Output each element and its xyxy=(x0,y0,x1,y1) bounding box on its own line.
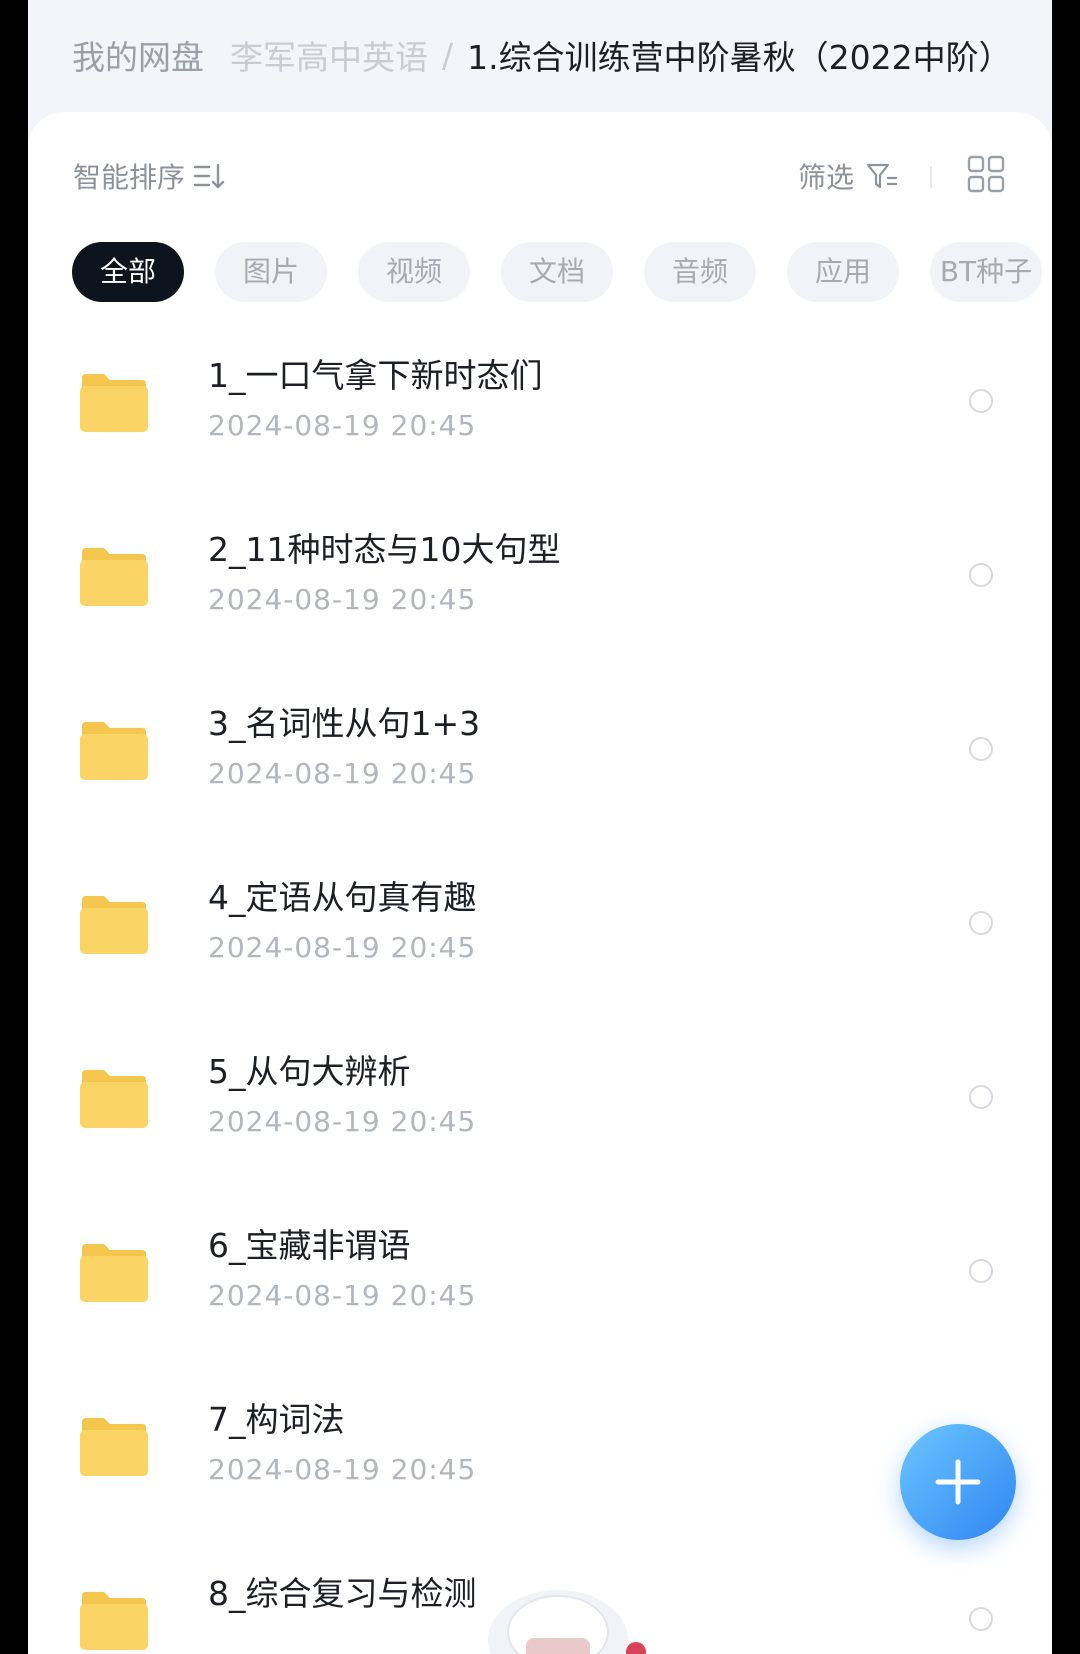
folder-date: 2024-08-19 20:45 xyxy=(208,1105,477,1138)
tab-images[interactable]: 图片 xyxy=(215,242,327,302)
folder-row[interactable]: 1_一口气拿下新时态们 2024-08-19 20:45 xyxy=(28,337,1052,511)
category-tabs: 全部 图片 视频 文档 音频 应用 BT种子 xyxy=(72,242,1052,302)
tab-all[interactable]: 全部 xyxy=(72,242,184,302)
select-checkbox[interactable] xyxy=(969,563,993,587)
select-checkbox[interactable] xyxy=(969,1607,993,1631)
select-checkbox[interactable] xyxy=(969,737,993,761)
folder-icon xyxy=(80,722,148,780)
folder-row[interactable]: 6_宝藏非谓语 2024-08-19 20:45 xyxy=(28,1207,1052,1381)
select-checkbox[interactable] xyxy=(969,1085,993,1109)
folder-name: 8_综合复习与检测 xyxy=(208,1574,477,1613)
plus-icon xyxy=(935,1459,981,1505)
file-list: 1_一口气拿下新时态们 2024-08-19 20:45 2_11种时态与10大… xyxy=(28,337,1052,1654)
folder-row[interactable]: 3_名词性从句1+3 2024-08-19 20:45 xyxy=(28,685,1052,859)
breadcrumb-root[interactable]: 我的网盘 xyxy=(72,31,204,79)
tab-documents[interactable]: 文档 xyxy=(501,242,613,302)
funnel-icon xyxy=(866,163,898,189)
folder-name: 5_从句大辨析 xyxy=(208,1052,411,1091)
folder-icon xyxy=(80,896,148,954)
folder-date: 2024-08-19 20:45 xyxy=(208,409,477,442)
folder-icon xyxy=(80,1244,148,1302)
toolbar: 智能排序 筛选 xyxy=(28,152,1052,202)
select-checkbox[interactable] xyxy=(969,389,993,413)
folder-name: 6_宝藏非谓语 xyxy=(208,1226,411,1265)
file-panel: 智能排序 筛选 全部 图片 视频 文档 音频 应用 BT种子 1_一口气拿下新时… xyxy=(28,112,1052,1654)
folder-row[interactable]: 5_从句大辨析 2024-08-19 20:45 xyxy=(28,1033,1052,1207)
folder-name: 4_定语从句真有趣 xyxy=(208,878,477,917)
folder-date: 2024-08-19 20:45 xyxy=(208,931,477,964)
folder-name: 3_名词性从句1+3 xyxy=(208,704,481,743)
folder-icon xyxy=(80,374,148,432)
tab-bt-torrents[interactable]: BT种子 xyxy=(930,242,1042,302)
screen: 我的网盘 李军高中英语 / 1.综合训练营中阶暑秋（2022中阶） 智能排序 筛… xyxy=(28,0,1052,1654)
folder-date: 2024-08-19 20:45 xyxy=(208,1279,477,1312)
breadcrumb-parent[interactable]: 李军高中英语 xyxy=(230,31,428,79)
folder-icon xyxy=(80,1592,148,1650)
mascot-overlay xyxy=(488,1590,646,1654)
folder-row[interactable]: 7_构词法 2024-08-19 20:45 xyxy=(28,1381,1052,1555)
select-checkbox[interactable] xyxy=(969,911,993,935)
filter-label: 筛选 xyxy=(798,161,855,194)
folder-name: 2_11种时态与10大句型 xyxy=(208,530,561,569)
tab-apps[interactable]: 应用 xyxy=(787,242,899,302)
folder-date: 2024-08-19 20:45 xyxy=(208,757,477,790)
folder-icon xyxy=(80,548,148,606)
folder-row[interactable]: 4_定语从句真有趣 2024-08-19 20:45 xyxy=(28,859,1052,1033)
breadcrumb: 我的网盘 李军高中英语 / 1.综合训练营中阶暑秋（2022中阶） xyxy=(28,0,1052,110)
sort-lines-icon xyxy=(193,163,225,189)
filter-button[interactable]: 筛选 xyxy=(798,156,898,196)
breadcrumb-current: 1.综合训练营中阶暑秋（2022中阶） xyxy=(467,38,1012,77)
folder-name: 1_一口气拿下新时态们 xyxy=(208,356,543,395)
folder-name: 7_构词法 xyxy=(208,1400,345,1439)
sort-label: 智能排序 xyxy=(73,161,186,194)
breadcrumb-separator: / xyxy=(442,35,454,75)
select-checkbox[interactable] xyxy=(969,1259,993,1283)
folder-icon xyxy=(80,1418,148,1476)
grid-view-icon[interactable] xyxy=(966,154,1006,194)
toolbar-divider xyxy=(930,166,932,188)
tab-videos[interactable]: 视频 xyxy=(358,242,470,302)
folder-date: 2024-08-19 20:45 xyxy=(208,583,477,616)
folder-date: 2024-08-19 20:45 xyxy=(208,1453,477,1486)
folder-icon xyxy=(80,1070,148,1128)
folder-row[interactable]: 2_11种时态与10大句型 2024-08-19 20:45 xyxy=(28,511,1052,685)
tab-audio[interactable]: 音频 xyxy=(644,242,756,302)
sort-button[interactable]: 智能排序 xyxy=(73,156,227,196)
add-button[interactable] xyxy=(900,1424,1016,1540)
